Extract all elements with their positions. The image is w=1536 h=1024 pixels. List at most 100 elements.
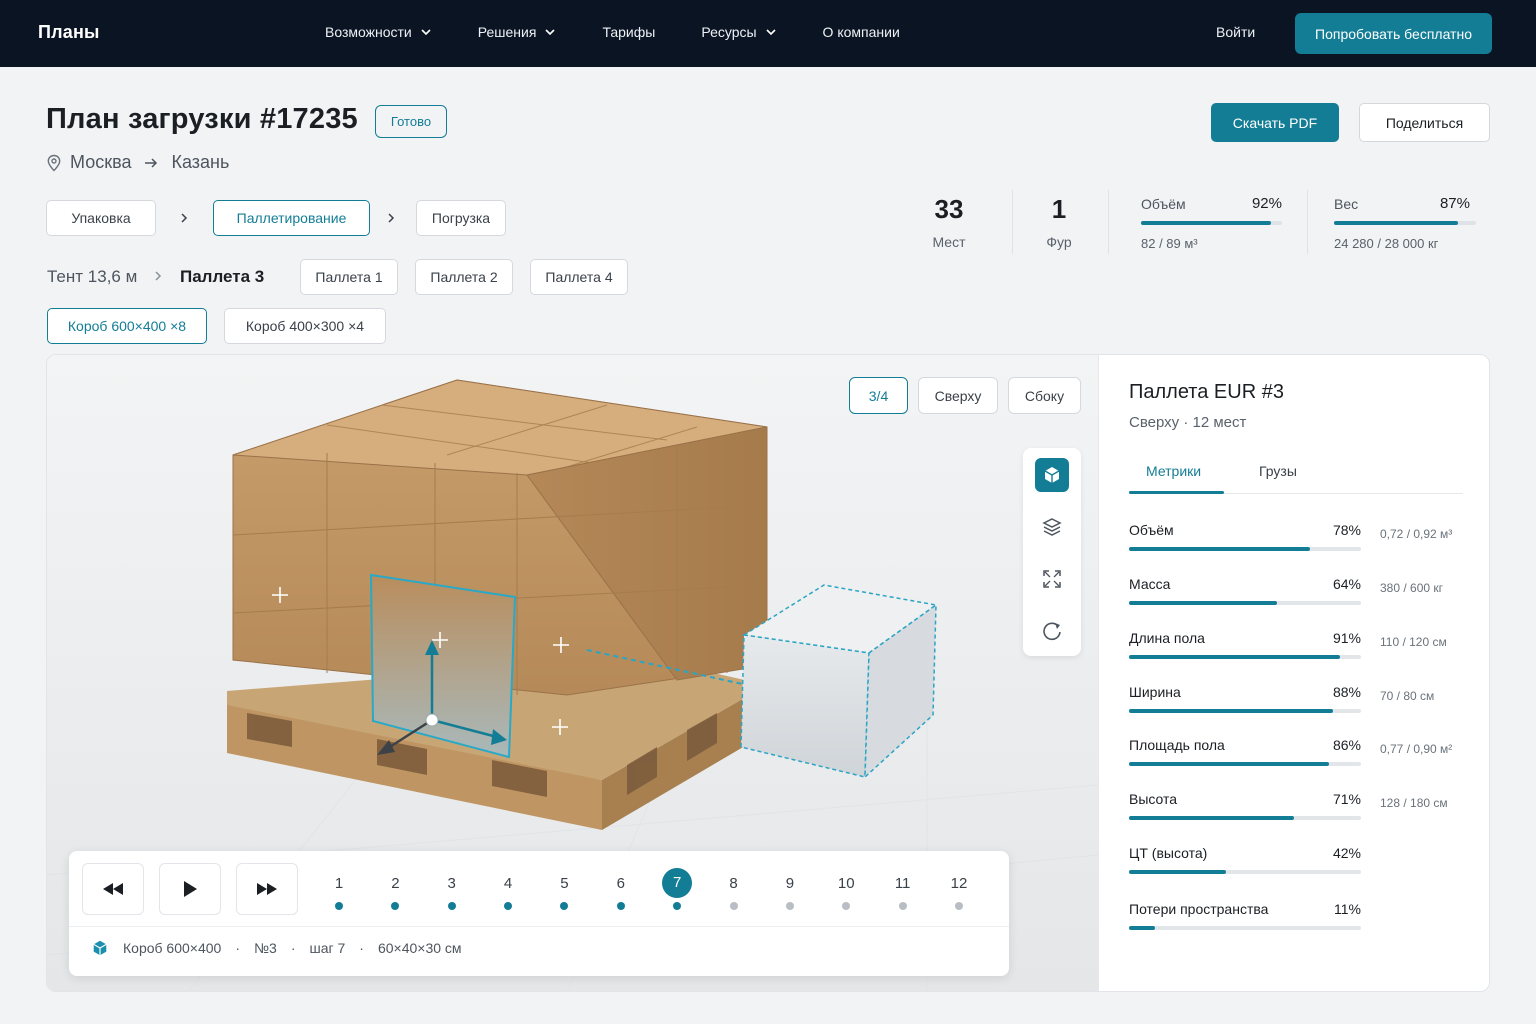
3d-scene[interactable]: 3/4 Сверху Сбоку 1 2 3 4 5 6 7 8 9 10 11… bbox=[47, 355, 1098, 991]
step-6-dot[interactable] bbox=[616, 902, 625, 910]
pallet-tab-2[interactable]: Паллета 2 bbox=[415, 259, 513, 295]
metric-bar bbox=[1129, 547, 1361, 551]
panel-title: Паллета EUR #3 bbox=[1129, 381, 1284, 403]
metric-bar bbox=[1129, 816, 1361, 820]
nav-item-resources[interactable]: Ресурсы bbox=[701, 24, 776, 40]
view-side-button[interactable]: Сбоку bbox=[1008, 377, 1081, 414]
step-4-label[interactable]: 4 bbox=[493, 875, 523, 892]
step-11-dot[interactable] bbox=[898, 902, 907, 910]
metric-percent: 91% bbox=[1332, 630, 1361, 646]
metric-row: Высота 71% 128 / 180 см bbox=[1129, 791, 1463, 831]
step-4-dot[interactable] bbox=[504, 902, 513, 910]
step-10-label[interactable]: 10 bbox=[831, 875, 861, 892]
step-3-label[interactable]: 3 bbox=[437, 875, 467, 892]
nav-item-pricing[interactable]: Тарифы bbox=[602, 24, 655, 40]
status-badge: Готово bbox=[375, 105, 447, 138]
nav-item-label: Ресурсы bbox=[701, 24, 757, 40]
metric-detail: 70 / 80 см bbox=[1380, 689, 1435, 703]
chevron-right-icon bbox=[181, 213, 188, 223]
step-8-label[interactable]: 8 bbox=[719, 875, 749, 892]
rewind-icon bbox=[103, 883, 123, 895]
volume-label: Объём bbox=[1141, 196, 1186, 212]
nav-item-features[interactable]: Возможности bbox=[325, 24, 432, 40]
view-top-button[interactable]: Сверху bbox=[918, 377, 998, 414]
metric-row: Длина пола 91% 110 / 120 см bbox=[1129, 630, 1463, 670]
step-loading[interactable]: Погрузка bbox=[416, 200, 506, 236]
nav-item-solutions[interactable]: Решения bbox=[478, 24, 557, 40]
metric-label: Масса bbox=[1129, 576, 1171, 592]
nav-item-about[interactable]: О компании bbox=[823, 24, 900, 40]
metric-label: Высота bbox=[1129, 791, 1178, 807]
view-counter-button[interactable]: 3/4 bbox=[849, 377, 908, 414]
step-10-dot[interactable] bbox=[842, 902, 851, 910]
panel-view-name: Сверху bbox=[1129, 414, 1180, 431]
share-button[interactable]: Поделиться bbox=[1359, 103, 1490, 142]
breadcrumb-truck[interactable]: Тент 13,6 м bbox=[47, 267, 137, 287]
step-11-label[interactable]: 11 bbox=[888, 875, 918, 892]
step-5-label[interactable]: 5 bbox=[549, 875, 579, 892]
metric-row: Площадь пола 86% 0,77 / 0,90 м² bbox=[1129, 737, 1463, 777]
step-12-dot[interactable] bbox=[955, 902, 963, 910]
tab-metrics[interactable]: Метрики bbox=[1146, 463, 1201, 479]
pallet-tab-1[interactable]: Паллета 1 bbox=[300, 259, 398, 295]
step-8-dot[interactable] bbox=[729, 902, 738, 910]
step-6-label[interactable]: 6 bbox=[606, 875, 636, 892]
route-to: Казань bbox=[171, 152, 230, 172]
step-palletizing[interactable]: Паллетирование bbox=[213, 200, 370, 236]
step-2-dot[interactable] bbox=[391, 902, 400, 910]
metric-bar-fill bbox=[1129, 547, 1310, 551]
metric-percent: 11% bbox=[1334, 901, 1361, 917]
metric-label: Потери пространства bbox=[1129, 901, 1269, 917]
location-pin-icon bbox=[47, 154, 61, 171]
stats-divider bbox=[1307, 190, 1308, 254]
volume-percent: 92% bbox=[1251, 195, 1282, 212]
step-9-label[interactable]: 9 bbox=[775, 875, 805, 892]
pallet-tab-4[interactable]: Паллета 4 bbox=[530, 259, 628, 295]
metric-detail: 380 / 600 кг bbox=[1380, 581, 1444, 595]
metric-bar-fill bbox=[1129, 709, 1334, 713]
rotate-icon[interactable] bbox=[1035, 614, 1069, 648]
layers-icon[interactable] bbox=[1035, 510, 1069, 544]
step-7-dot[interactable] bbox=[673, 902, 682, 910]
metric-row: Потери пространства 11% bbox=[1129, 901, 1463, 941]
chevron-right-icon bbox=[155, 271, 162, 281]
metric-percent: 42% bbox=[1332, 845, 1361, 861]
chevron-down-icon bbox=[545, 29, 556, 36]
step-2-label[interactable]: 2 bbox=[380, 875, 410, 892]
brand-logo[interactable]: Планы bbox=[38, 22, 100, 43]
step-9-dot[interactable] bbox=[785, 902, 794, 910]
stat-places-value: 33 bbox=[934, 194, 964, 224]
step-1-label[interactable]: 1 bbox=[324, 875, 354, 892]
metric-bar-fill bbox=[1129, 655, 1341, 659]
step-packing[interactable]: Упаковка bbox=[46, 200, 156, 236]
metric-label: Объём bbox=[1129, 522, 1174, 538]
metric-bar bbox=[1129, 601, 1361, 605]
play-button[interactable] bbox=[159, 863, 221, 915]
chevron-down-icon bbox=[765, 29, 776, 36]
stat-trucks-label: Фур bbox=[1046, 234, 1072, 250]
arrow-right-icon bbox=[145, 157, 158, 168]
login-link[interactable]: Войти bbox=[1216, 24, 1255, 40]
metric-label: ЦТ (высота) bbox=[1129, 845, 1208, 861]
box-filter-400x300[interactable]: Короб 400×300 ×4 bbox=[224, 308, 386, 344]
tab-cargo[interactable]: Грузы bbox=[1259, 463, 1297, 479]
rewind-button[interactable] bbox=[82, 863, 144, 915]
step-7-label[interactable]: 7 bbox=[662, 868, 693, 898]
cube-icon[interactable] bbox=[1035, 458, 1069, 492]
step-1-dot[interactable] bbox=[335, 902, 343, 910]
fit-screen-icon[interactable] bbox=[1035, 562, 1069, 596]
fast-forward-icon bbox=[257, 883, 277, 895]
player-divider bbox=[69, 926, 1009, 927]
weight-percent: 87% bbox=[1439, 195, 1470, 212]
box-filter-600x400[interactable]: Короб 600×400 ×8 bbox=[47, 308, 207, 344]
download-pdf-button[interactable]: Скачать PDF bbox=[1211, 103, 1339, 142]
metric-label: Ширина bbox=[1129, 684, 1181, 700]
step-5-dot[interactable] bbox=[560, 902, 569, 910]
step-12-label[interactable]: 12 bbox=[944, 875, 974, 892]
try-free-button[interactable]: Попробовать бесплатно bbox=[1295, 13, 1492, 54]
metric-percent: 88% bbox=[1332, 684, 1361, 700]
fast-forward-button[interactable] bbox=[236, 863, 298, 915]
item-dimensions: 60×40×30 см bbox=[377, 940, 462, 956]
volume-meter bbox=[1141, 221, 1282, 225]
step-3-dot[interactable] bbox=[447, 902, 456, 910]
